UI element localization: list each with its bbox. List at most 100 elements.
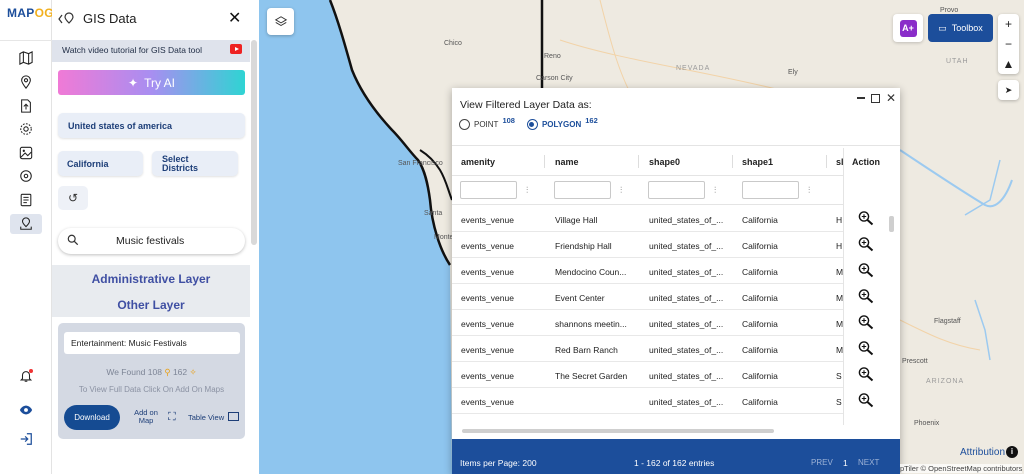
upload-file-icon[interactable] xyxy=(10,96,42,116)
zoom-to-feature-icon[interactable] xyxy=(857,340,875,359)
gis-data-icon[interactable] xyxy=(10,214,42,234)
table-cell: events_venue xyxy=(461,267,514,277)
map-label-carson-city: Carson City xyxy=(536,75,573,82)
table-cell: California xyxy=(742,345,778,355)
table-row[interactable]: events_venue The Secret Garden united_stat… xyxy=(452,362,900,388)
panel-scrollbar[interactable] xyxy=(251,40,257,245)
report-list-icon[interactable] xyxy=(10,190,42,210)
filter-icon[interactable]: ⫶ xyxy=(714,185,716,196)
close-icon[interactable]: ✕ xyxy=(228,8,241,28)
point-radio[interactable] xyxy=(459,119,470,130)
table-cell: united_states_of_... xyxy=(649,371,724,381)
table-cell: united_states_of_... xyxy=(649,319,724,329)
items-per-page[interactable]: Items per Page: 200 xyxy=(460,458,537,468)
column-amenity[interactable]: amenity xyxy=(461,157,495,167)
map-label-utah: UTAH xyxy=(946,58,969,65)
amenity-filter-input[interactable] xyxy=(460,181,517,199)
analysis-icon[interactable] xyxy=(10,166,42,186)
ai-assistant-button[interactable]: A+ xyxy=(893,14,923,42)
zoom-to-feature-icon[interactable] xyxy=(857,262,875,281)
state-select[interactable]: California xyxy=(58,151,143,176)
country-select[interactable]: United states of america xyxy=(58,113,245,138)
visibility-eye-icon[interactable] xyxy=(10,400,42,420)
table-row[interactable]: events_venue Friendship Hall united_states… xyxy=(452,232,900,258)
table-icon[interactable] xyxy=(228,412,239,421)
maximize-icon[interactable] xyxy=(870,93,880,103)
zoom-to-feature-icon[interactable] xyxy=(857,392,875,411)
table-row[interactable]: events_venue Mendocino Coun... united_stat… xyxy=(452,258,900,284)
collapse-panel-icon[interactable] xyxy=(58,11,76,27)
current-page[interactable]: 1 xyxy=(843,458,848,468)
notification-bell-icon[interactable] xyxy=(10,366,42,386)
image-gallery-icon[interactable] xyxy=(10,143,42,163)
add-on-map-button[interactable]: Add on Map xyxy=(128,409,164,425)
shape0-filter-input[interactable] xyxy=(648,181,705,199)
polygon-radio[interactable] xyxy=(526,119,538,130)
download-button[interactable]: Download xyxy=(64,405,120,430)
table-row[interactable]: events_venue Village Hall united_states_of… xyxy=(452,206,900,232)
location-pin-icon[interactable] xyxy=(10,72,42,92)
add-map-icon[interactable]: ⛶ xyxy=(168,411,176,424)
zoom-in-button[interactable]: + xyxy=(998,14,1019,34)
toolbox-button[interactable]: ▭ Toolbox xyxy=(928,14,993,42)
vertical-scrollbar[interactable] xyxy=(889,216,894,232)
map-label-san-francisco: San Francisco xyxy=(398,160,443,167)
table-cell: events_venue xyxy=(461,397,514,407)
zoom-out-button[interactable]: − xyxy=(998,34,1019,54)
zoom-to-feature-icon[interactable] xyxy=(857,210,875,229)
column-separator[interactable] xyxy=(638,155,639,168)
try-ai-button[interactable]: ✦ Try AI xyxy=(58,70,245,95)
column-separator[interactable] xyxy=(732,155,733,168)
zoom-to-feature-icon[interactable] xyxy=(857,288,875,307)
next-page-button[interactable]: NEXT xyxy=(858,458,879,467)
districts-select[interactable]: Select Districts xyxy=(152,151,238,176)
column-shape0[interactable]: shape0 xyxy=(649,157,680,167)
zoom-to-feature-icon[interactable] xyxy=(857,236,875,255)
column-name[interactable]: name xyxy=(555,157,579,167)
table-header: amenity name shape0 shape1 sl xyxy=(452,148,900,176)
info-icon[interactable]: i xyxy=(1006,446,1018,458)
panel-header: GIS Data ✕ xyxy=(52,0,259,38)
close-dialog-icon[interactable]: ✕ xyxy=(886,91,896,105)
name-filter-input[interactable] xyxy=(554,181,611,199)
locate-me-button[interactable]: ➤ xyxy=(998,80,1019,100)
table-row[interactable]: events_venue united_states_of_... Californ… xyxy=(452,388,900,414)
video-tutorial-link[interactable]: Watch video tutorial for GIS Data tool xyxy=(52,40,250,62)
column-separator[interactable] xyxy=(544,155,545,168)
settings-gear-icon[interactable] xyxy=(10,119,42,139)
point-radio-label: POINT xyxy=(474,120,499,129)
layers-button[interactable] xyxy=(267,8,294,35)
login-icon[interactable] xyxy=(10,429,42,449)
table-row[interactable]: events_venue Red Barn Ranch united_states_… xyxy=(452,336,900,362)
column-shape1[interactable]: shape1 xyxy=(742,157,773,167)
table-row[interactable]: events_venue shannons meetin... united_sta… xyxy=(452,310,900,336)
table-cell: events_venue xyxy=(461,371,514,381)
filter-icon[interactable]: ⫶ xyxy=(620,185,622,196)
filter-icon[interactable]: ⫶ xyxy=(526,185,528,196)
column-separator[interactable] xyxy=(826,155,827,168)
other-layer-tab[interactable]: Other Layer xyxy=(52,298,250,312)
map-icon[interactable] xyxy=(10,48,42,68)
notification-dot xyxy=(29,369,33,373)
window-controls: ✕ xyxy=(856,91,896,105)
administrative-layer-tab[interactable]: Administrative Layer xyxy=(52,272,250,286)
reset-button[interactable]: ↺ xyxy=(58,186,88,210)
table-cell: Red Barn Ranch xyxy=(555,345,618,355)
toolbox-label: Toolbox xyxy=(951,23,983,33)
attribution-link[interactable]: Attribution xyxy=(960,447,1005,458)
sparkle-icon: ✦ xyxy=(128,75,139,90)
table-cell: California xyxy=(742,371,778,381)
zoom-to-feature-icon[interactable] xyxy=(857,366,875,385)
compass-north-icon[interactable]: ▲ xyxy=(998,54,1019,74)
table-view-button[interactable]: Table View xyxy=(188,413,224,422)
filter-icon[interactable]: ⫶ xyxy=(808,185,810,196)
zoom-to-feature-icon[interactable] xyxy=(857,314,875,333)
result-layer-name: Entertainment: Music Festivals xyxy=(64,332,240,354)
minimize-icon[interactable] xyxy=(856,97,865,99)
shape1-filter-input[interactable] xyxy=(742,181,799,199)
horizontal-scrollbar[interactable] xyxy=(462,429,774,433)
prev-page-button[interactable]: PREV xyxy=(811,458,833,467)
table-cell: Friendship Hall xyxy=(555,241,612,251)
search-input[interactable]: Music festivals xyxy=(58,228,245,254)
table-row[interactable]: events_venue Event Center united_states_of… xyxy=(452,284,900,310)
